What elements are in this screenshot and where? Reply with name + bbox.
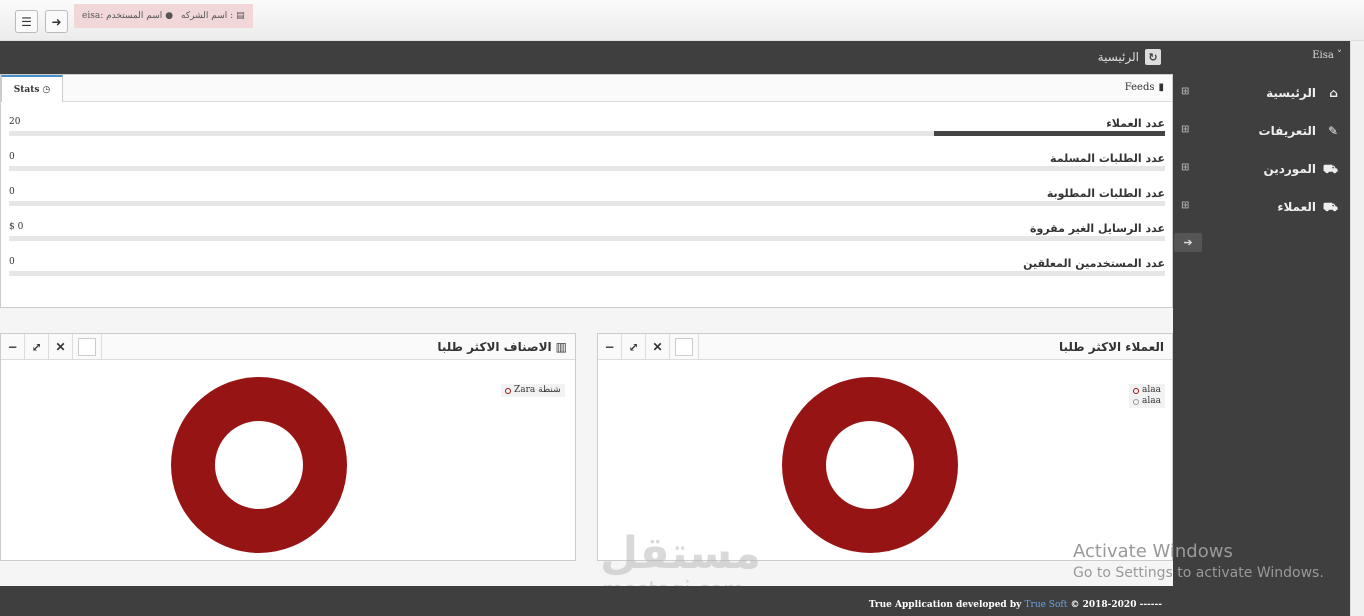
company-info: اسم الشركه : ▤ bbox=[173, 4, 253, 28]
donut-chart bbox=[171, 377, 347, 553]
expand-icon[interactable]: ⤢ bbox=[25, 334, 49, 360]
page-title-bar: الرئيسية ↻ bbox=[0, 41, 1173, 74]
expand-icon[interactable]: ⊞ bbox=[1181, 124, 1189, 135]
sidebar-item-home[interactable]: ⊞ الرئيسية ⌂ bbox=[1173, 81, 1350, 107]
top-navbar: ☰ ➜ eisa: اسم المستخدم ● اسم الشركه : ▤ bbox=[0, 0, 1364, 41]
stat-label: عدد المستخدمين المعلقين bbox=[1023, 257, 1165, 270]
panel-title: العملاء الاكثر طلبا bbox=[1058, 340, 1164, 354]
page-title: الرئيسية bbox=[1097, 50, 1139, 64]
cart-icon: ⛟ bbox=[1322, 162, 1338, 176]
expand-icon[interactable]: ⊞ bbox=[1181, 86, 1189, 97]
sidebar-item-definitions[interactable]: ⊞ التعريفات ✎ bbox=[1173, 119, 1350, 145]
expand-icon[interactable]: ⊞ bbox=[1181, 162, 1189, 173]
sign-out-icon[interactable]: ➜ bbox=[45, 10, 68, 33]
activate-windows-subtitle: Go to Settings to activate Windows. bbox=[1073, 565, 1324, 581]
footer: True Application developed by True Soft … bbox=[0, 586, 1350, 616]
progress-bar bbox=[9, 236, 1165, 241]
stat-label: عدد العملاء bbox=[1106, 117, 1165, 130]
expand-icon[interactable]: ⤢ bbox=[622, 334, 646, 360]
feeds-label: Feeds ▮ bbox=[1124, 82, 1164, 93]
panel-title: الاصناف الاكثر طلبا bbox=[437, 340, 552, 354]
stat-row: عدد الرسايل الغير مقروة $ 0 bbox=[9, 222, 1165, 252]
minimize-icon[interactable]: − bbox=[1, 334, 25, 360]
clock-icon: ◷ bbox=[42, 84, 51, 95]
stat-label: عدد الرسايل الغير مقروة bbox=[1030, 222, 1165, 235]
refresh-icon[interactable]: ↻ bbox=[1145, 49, 1161, 65]
stat-value: $ 0 bbox=[9, 222, 24, 232]
top-customers-panel: − ⤢ ✕ العملاء الاكثر طلبا alaa alaa bbox=[597, 333, 1173, 561]
top-categories-panel: − ⤢ ✕ الاصناف الاكثر طلبا ▥ Zara شنطة bbox=[0, 333, 576, 561]
stat-label: عدد الطلبات المطلوبة bbox=[1046, 187, 1165, 200]
hamburger-icon[interactable]: ☰ bbox=[15, 10, 38, 33]
progress-bar bbox=[9, 166, 1165, 171]
panel-header: − ⤢ ✕ العملاء الاكثر طلبا bbox=[598, 334, 1172, 360]
minimize-icon[interactable]: − bbox=[598, 334, 622, 360]
donut-chart bbox=[782, 377, 958, 553]
arrow-circle-icon: ➔ bbox=[1183, 236, 1193, 249]
sidebar: Eisa ˅ ⊞ الرئيسية ⌂ ⊞ التعريفات ✎ ⊞ المو… bbox=[1173, 41, 1350, 586]
bar-chart-icon: ▥ bbox=[555, 340, 567, 354]
stat-value: 0 bbox=[9, 152, 15, 162]
sidebar-collapse-button[interactable]: ➔ bbox=[1174, 233, 1202, 252]
user-info: eisa: اسم المستخدم ● bbox=[74, 4, 182, 28]
bar-chart-icon: ▮ bbox=[1158, 82, 1164, 93]
color-picker[interactable] bbox=[675, 338, 693, 356]
stat-row: عدد الطلبات المسلمة 0 bbox=[9, 152, 1165, 182]
activate-windows-title: Activate Windows bbox=[1073, 541, 1233, 562]
stats-header: Stats ◷ Feeds ▮ bbox=[1, 75, 1172, 102]
progress-bar bbox=[9, 201, 1165, 206]
stat-label: عدد الطلبات المسلمة bbox=[1050, 152, 1165, 165]
footer-link[interactable]: True Soft bbox=[1025, 600, 1068, 610]
tab-stats[interactable]: Stats ◷ bbox=[1, 75, 63, 102]
progress-fill bbox=[933, 131, 1165, 136]
sidebar-item-customers[interactable]: ⊞ العملاء ⛟ bbox=[1173, 195, 1350, 221]
close-icon[interactable]: ✕ bbox=[49, 334, 73, 360]
sidebar-user[interactable]: Eisa ˅ bbox=[1312, 50, 1342, 61]
stat-row: عدد المستخدمين المعلقين 0 bbox=[9, 257, 1165, 287]
stat-row: عدد الطلبات المطلوبة 0 bbox=[9, 187, 1165, 217]
edit-icon: ✎ bbox=[1327, 124, 1338, 138]
chart-legend: Zara شنطة bbox=[501, 384, 565, 397]
close-icon[interactable]: ✕ bbox=[646, 334, 670, 360]
cart-icon: ⛟ bbox=[1322, 200, 1338, 214]
stat-value: 0 bbox=[9, 257, 15, 267]
user-icon: ● bbox=[165, 11, 174, 21]
page-scrollbar[interactable] bbox=[1350, 41, 1364, 616]
stat-row: عدد العملاء 20 bbox=[9, 117, 1165, 147]
building-icon: ▤ bbox=[236, 11, 245, 21]
stat-value: 20 bbox=[9, 117, 21, 127]
sidebar-item-suppliers[interactable]: ⊞ الموردين ⛟ bbox=[1173, 157, 1350, 183]
home-icon: ⌂ bbox=[1329, 86, 1338, 100]
stat-value: 0 bbox=[9, 187, 15, 197]
expand-icon[interactable]: ⊞ bbox=[1181, 200, 1189, 211]
panel-header: − ⤢ ✕ الاصناف الاكثر طلبا ▥ bbox=[1, 334, 575, 360]
chart-legend: alaa alaa bbox=[1129, 384, 1165, 408]
stats-panel: Stats ◷ Feeds ▮ عدد العملاء 20 عدد الطلبات… bbox=[0, 74, 1173, 308]
progress-bar bbox=[9, 131, 1165, 136]
mostaqi-watermark-arabic: مستقل bbox=[600, 528, 761, 579]
color-picker[interactable] bbox=[78, 338, 96, 356]
progress-bar bbox=[9, 271, 1165, 276]
